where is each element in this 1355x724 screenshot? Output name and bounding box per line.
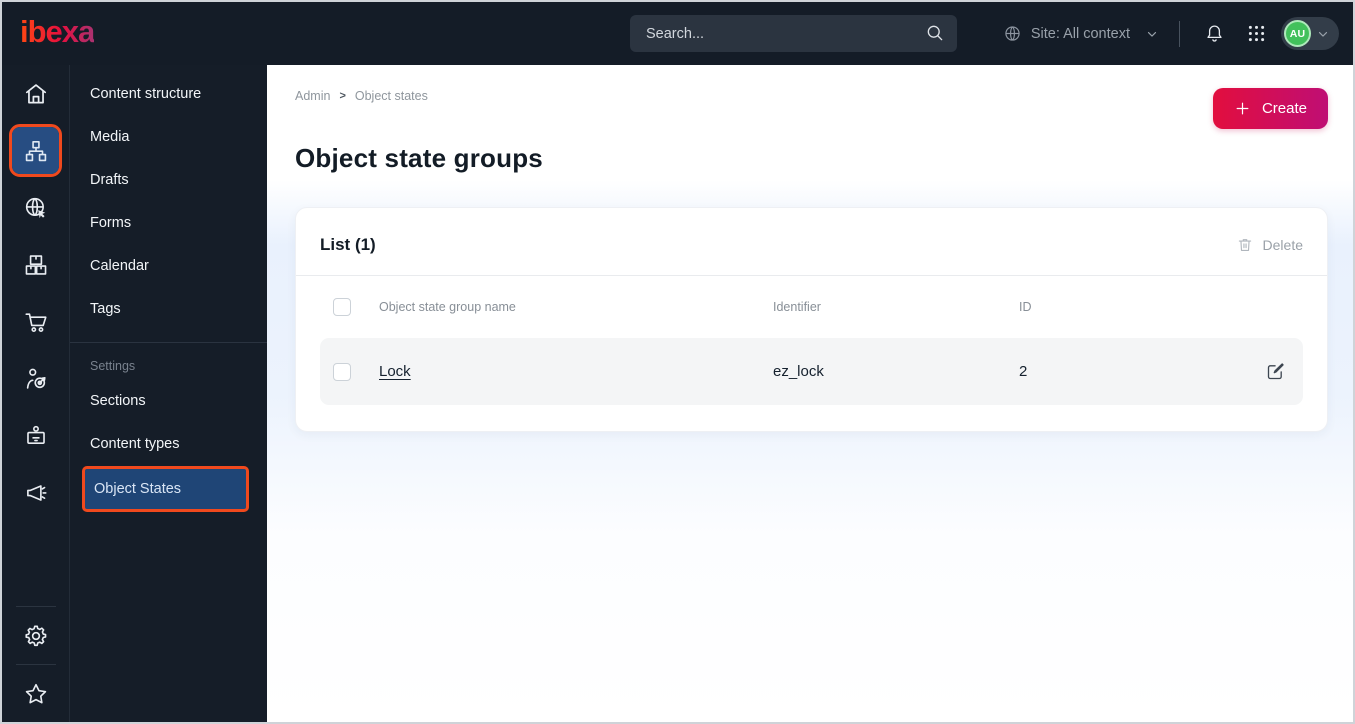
edit-button[interactable] (1247, 361, 1303, 382)
app-switcher-button[interactable] (1239, 17, 1273, 51)
icon-rail (2, 65, 69, 722)
sidebar-menu: Content structure Media Drafts Forms Cal… (69, 65, 267, 722)
breadcrumb-admin-link[interactable]: Admin (295, 89, 330, 103)
trash-icon (1238, 239, 1251, 251)
topbar-divider (1179, 20, 1180, 47)
site-context-label: Site: All context (1030, 25, 1130, 42)
content-structure-icon (25, 140, 46, 161)
row-identifier-cell: ez_lock (773, 363, 824, 380)
object-state-group-link[interactable]: Lock (379, 363, 411, 380)
notifications-button[interactable] (1197, 17, 1231, 51)
sidebar-item-drafts[interactable]: Drafts (70, 158, 267, 201)
topbar: ibexa Site: All context (2, 2, 1353, 65)
active-item-highlight: Object States (82, 466, 249, 512)
edit-icon (1267, 363, 1284, 380)
boxes-icon (25, 254, 46, 275)
rail-item-admin-settings[interactable] (2, 607, 69, 664)
delete-button[interactable]: Delete (1236, 236, 1303, 254)
rail-bottom-group (2, 606, 69, 722)
person-target-icon (26, 368, 46, 389)
object-state-groups-card: List (1) Delete Object state group name … (295, 207, 1328, 432)
sidebar-item-label: Tags (90, 300, 121, 317)
sidebar-item-tags[interactable]: Tags (70, 287, 267, 330)
shopping-cart-icon (24, 312, 47, 332)
create-button-label: Create (1261, 100, 1307, 117)
badge-person-icon (26, 425, 45, 444)
rail-item-product-catalog[interactable] (2, 236, 69, 293)
chevron-down-icon (1318, 31, 1328, 37)
chevron-down-icon (1147, 31, 1157, 37)
sidebar-item-label: Content structure (90, 85, 202, 102)
breadcrumb: Admin > Object states (295, 89, 428, 103)
bell-icon (1206, 25, 1222, 42)
row-name-cell: Lock (379, 363, 773, 381)
row-id-cell: 2 (1019, 363, 1028, 380)
sidebar-item-forms[interactable]: Forms (70, 201, 267, 244)
rail-item-commerce[interactable] (2, 293, 69, 350)
gear-icon (24, 624, 46, 646)
rail-item-bookmarks[interactable] (2, 665, 69, 722)
rail-item-customers[interactable] (2, 350, 69, 407)
column-name: Object state group name (379, 300, 516, 314)
user-menu[interactable]: AU (1281, 17, 1339, 50)
rail-item-dashboard[interactable] (2, 65, 69, 122)
table-row: Lock ez_lock 2 (320, 338, 1303, 405)
select-all-checkbox[interactable] (333, 298, 351, 316)
sidebar-item-label: Media (90, 128, 130, 145)
sidebar-item-media[interactable]: Media (70, 115, 267, 158)
column-identifier: Identifier (773, 300, 821, 314)
sidebar-item-label: Drafts (90, 171, 129, 188)
megaphone-icon (26, 484, 47, 501)
avatar: AU (1284, 20, 1311, 47)
search-icon[interactable] (925, 23, 945, 43)
row-checkbox[interactable] (333, 362, 351, 381)
rail-item-site[interactable] (2, 179, 69, 236)
sidebar-item-content-structure[interactable]: Content structure (70, 72, 267, 115)
delete-button-label: Delete (1262, 237, 1303, 253)
global-search (630, 15, 957, 52)
sidebar-divider (70, 342, 267, 343)
search-input[interactable] (630, 15, 957, 52)
column-id: ID (1019, 300, 1032, 314)
globe-cursor-icon (25, 197, 45, 218)
site-context-selector[interactable]: Site: All context (1003, 24, 1159, 43)
create-button[interactable]: Create (1212, 88, 1328, 129)
sidebar-item-label: Object States (94, 481, 182, 497)
breadcrumb-current[interactable]: Object states (355, 89, 428, 103)
rail-item-marketing[interactable] (2, 464, 69, 521)
table-header: Object state group name Identifier ID (320, 276, 1303, 338)
breadcrumb-separator: > (339, 90, 346, 102)
home-icon (25, 83, 46, 104)
sidebar-item-object-states[interactable]: Object States (82, 466, 249, 512)
sidebar-item-sections[interactable]: Sections (70, 379, 267, 422)
sidebar-section-settings: Settings (90, 359, 136, 373)
page-title: Object state groups (295, 143, 543, 173)
sidebar-item-label: Calendar (90, 257, 149, 274)
rail-item-content-active[interactable] (9, 124, 62, 177)
list-title: List (1) (320, 235, 376, 254)
sidebar-item-calendar[interactable]: Calendar (70, 244, 267, 287)
ibexa-logo[interactable]: ibexa (20, 14, 95, 50)
sidebar-item-content-types[interactable]: Content types (70, 422, 267, 465)
main-content: Admin > Object states Create Object stat… (267, 65, 1353, 722)
globe-icon (1005, 26, 1020, 41)
topbar-right-cluster: Site: All context AU (1003, 2, 1339, 65)
sidebar-item-label: Content types (90, 435, 180, 452)
card-header: List (1) Delete (320, 230, 1303, 260)
sidebar-item-label: Sections (90, 392, 146, 409)
sidebar-item-label: Forms (90, 214, 132, 231)
rail-item-corporate[interactable] (2, 407, 69, 464)
grid-icon (1248, 25, 1264, 42)
ibexa-admin-window: ibexa Site: All context (0, 0, 1355, 724)
plus-icon (1236, 102, 1249, 115)
star-icon (25, 683, 46, 703)
active-rail-background (12, 127, 59, 174)
